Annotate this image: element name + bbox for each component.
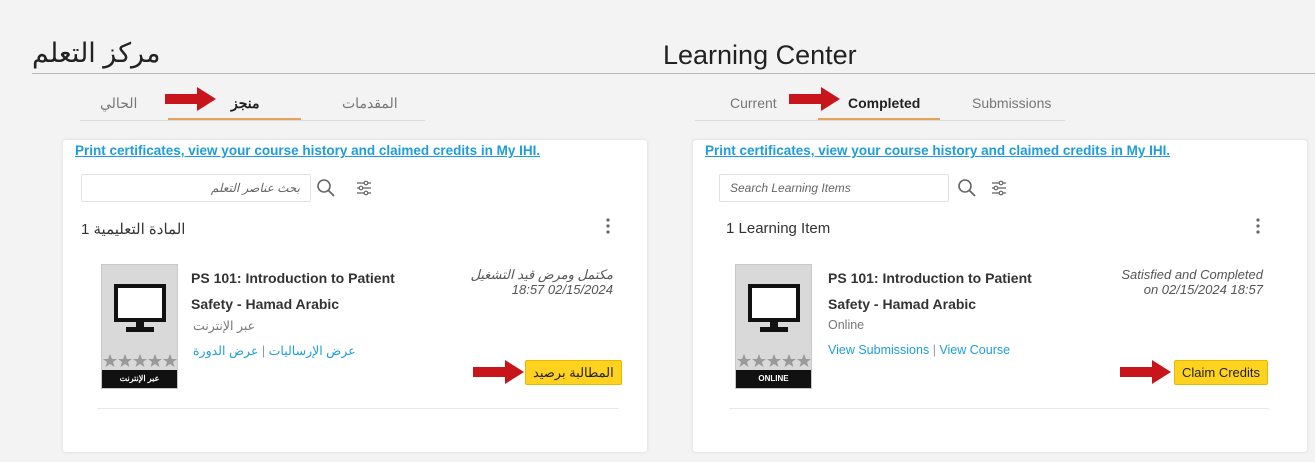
item-divider [729, 408, 1269, 409]
completion-status: Satisfied and Completed on 02/15/2024 18… [1121, 267, 1263, 297]
view-course-link[interactable]: عرض الدورة [193, 344, 258, 358]
delivery-badge: عبر الإنترنت [102, 370, 177, 388]
star-rating [737, 354, 811, 367]
tab-submissions[interactable]: Submissions [972, 95, 1051, 111]
course-title[interactable]: PS 101: Introduction to Patient Safety -… [191, 265, 431, 317]
tab-completed[interactable]: منجز [231, 95, 260, 112]
title-divider [32, 73, 655, 74]
course-links: عرض الإرساليات | عرض الدورة [193, 343, 356, 358]
arrow-right-icon [1120, 360, 1171, 384]
tab-submissions[interactable]: المقدمات [342, 95, 398, 112]
active-tab-underline [818, 118, 940, 120]
delivery-method: Online [828, 318, 865, 332]
print-certificates-link[interactable]: Print certificates, view your course his… [705, 143, 1170, 158]
course-links: View Submissions | View Course [828, 343, 1010, 357]
filter-icon[interactable] [356, 180, 372, 196]
page-title: Learning Center [663, 40, 857, 70]
search-icon[interactable] [957, 178, 977, 198]
delivery-badge: ONLINE [736, 370, 811, 388]
learning-item-count: المادة التعليمية 1 [81, 221, 186, 238]
title-divider [655, 73, 1315, 74]
view-submissions-link[interactable]: عرض الإرساليات [269, 344, 356, 358]
search-input[interactable] [719, 174, 949, 202]
tab-current[interactable]: Current [730, 95, 777, 111]
arrow-right-icon [473, 360, 524, 384]
link-separator: | [932, 343, 936, 357]
print-certificates-link[interactable]: Print certificates, view your course his… [75, 143, 540, 158]
completion-status: مكتمل ومرض قيد التشغيل 02/15/2024 18:57 [470, 267, 614, 297]
item-divider [97, 408, 619, 409]
claim-credits-button[interactable]: Claim Credits [1174, 360, 1269, 385]
arabic-panel: مركز التعلم الحالي منجز المقدمات Print c… [0, 0, 655, 462]
claim-credits-button[interactable]: المطالبة برصيد [525, 360, 622, 385]
learning-card: Print certificates, view your course his… [63, 140, 647, 452]
more-vertical-icon[interactable] [605, 217, 611, 235]
learning-item-count: 1 Learning Item [726, 220, 831, 237]
delivery-method: عبر الإنترنت [193, 319, 256, 333]
learning-card: Print certificates, view your course his… [693, 140, 1307, 452]
view-course-link[interactable]: View Course [939, 343, 1010, 357]
arrow-right-icon [165, 87, 216, 111]
english-panel: Learning Center Current Completed Submis… [655, 0, 1315, 462]
view-submissions-link[interactable]: View Submissions [828, 343, 929, 357]
tab-completed[interactable]: Completed [848, 95, 920, 111]
arrow-right-icon [789, 87, 840, 111]
course-title[interactable]: PS 101: Introduction to Patient Safety -… [828, 265, 1068, 317]
search-icon[interactable] [316, 178, 336, 198]
star-rating [103, 354, 177, 367]
active-tab-underline [168, 118, 301, 120]
tabs-baseline [80, 120, 425, 121]
page-title: مركز التعلم [32, 38, 161, 68]
tab-current[interactable]: الحالي [100, 95, 137, 112]
course-thumbnail[interactable]: عبر الإنترنت [101, 264, 178, 389]
link-separator: | [261, 344, 266, 358]
more-vertical-icon[interactable] [1255, 217, 1261, 235]
search-input[interactable] [81, 174, 311, 202]
filter-icon[interactable] [991, 180, 1007, 196]
monitor-icon [114, 284, 166, 332]
course-thumbnail[interactable]: ONLINE [735, 264, 812, 389]
tabs-baseline [695, 120, 1065, 121]
monitor-icon [748, 284, 800, 332]
